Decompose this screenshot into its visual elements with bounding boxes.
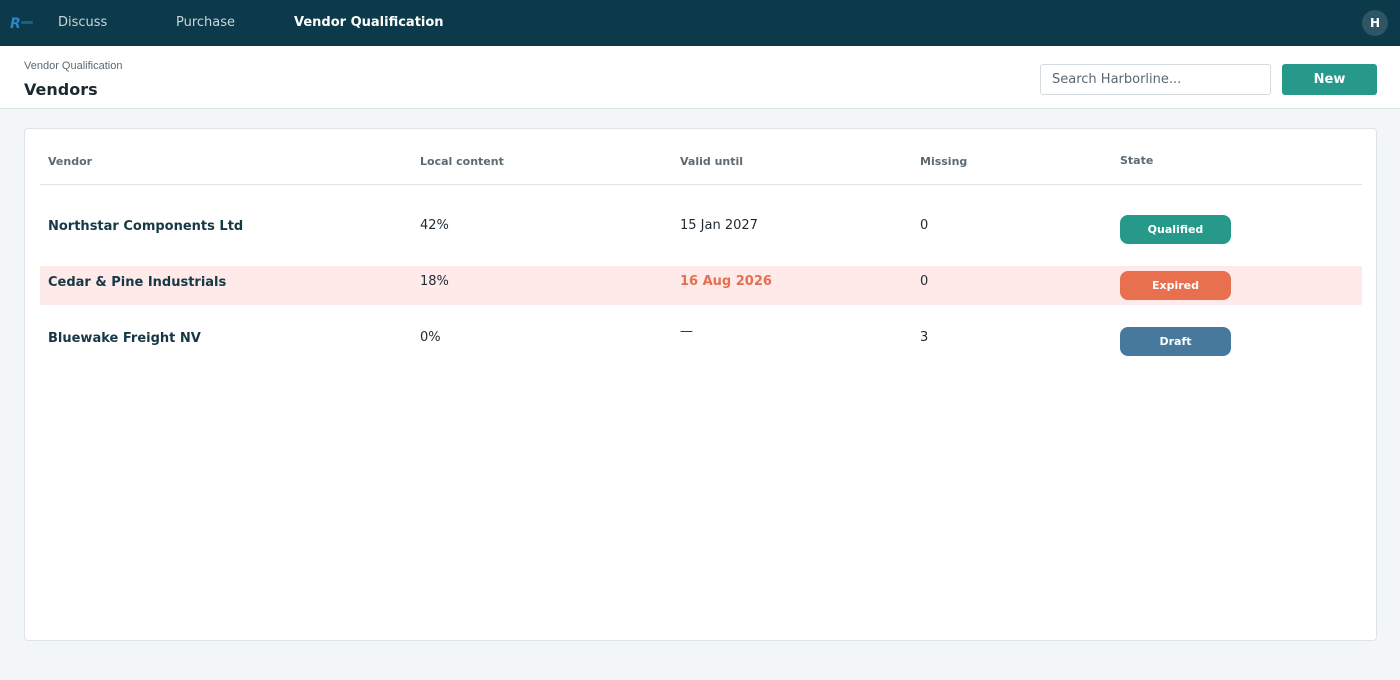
- vendor-name[interactable]: Northstar Components Ltd: [48, 219, 243, 234]
- nav-purchase[interactable]: Purchase: [176, 15, 235, 31]
- column-header-local-content[interactable]: Local content: [420, 155, 504, 168]
- status-badge-draft: Draft: [1120, 327, 1231, 356]
- vendors-list-card: Vendor Local content Valid until Missing…: [24, 128, 1377, 641]
- valid-until-value: —: [680, 324, 693, 339]
- header-divider: [40, 184, 1362, 185]
- column-header-vendor[interactable]: Vendor: [48, 155, 92, 168]
- app-logo-icon[interactable]: R: [10, 13, 36, 33]
- status-badge-qualified: Qualified: [1120, 215, 1231, 244]
- search-input[interactable]: [1040, 64, 1271, 95]
- local-content-value: 42%: [420, 218, 449, 233]
- valid-until-value: 15 Jan 2027: [680, 218, 758, 233]
- column-header-state[interactable]: State: [1120, 154, 1153, 167]
- status-badge-expired: Expired: [1120, 271, 1231, 300]
- column-header-missing[interactable]: Missing: [920, 155, 967, 168]
- table-row[interactable]: Bluewake Freight NV 0% — 3 Draft: [40, 322, 1362, 361]
- new-button[interactable]: New: [1282, 64, 1377, 95]
- local-content-value: 18%: [420, 274, 449, 289]
- breadcrumb[interactable]: Vendor Qualification: [24, 60, 122, 72]
- user-avatar[interactable]: H: [1362, 10, 1388, 36]
- valid-until-value: 16 Aug 2026: [680, 274, 772, 289]
- page-title: Vendors: [24, 80, 98, 99]
- table-row[interactable]: Cedar & Pine Industrials 18% 16 Aug 2026…: [40, 266, 1362, 305]
- page-header: Vendor Qualification Vendors New: [0, 46, 1400, 109]
- top-nav: R Discuss Purchase Vendor Qualification …: [0, 0, 1400, 46]
- local-content-value: 0%: [420, 330, 441, 345]
- nav-vendor-qualification[interactable]: Vendor Qualification: [294, 15, 444, 31]
- missing-count: 3: [920, 330, 929, 345]
- column-header-valid-until[interactable]: Valid until: [680, 155, 743, 168]
- vendor-name[interactable]: Bluewake Freight NV: [48, 331, 201, 346]
- missing-count: 0: [920, 274, 929, 289]
- missing-count: 0: [920, 218, 929, 233]
- nav-discuss[interactable]: Discuss: [58, 15, 107, 31]
- table-row[interactable]: Northstar Components Ltd 42% 15 Jan 2027…: [40, 210, 1362, 249]
- svg-text:R: R: [10, 16, 21, 32]
- vendor-name[interactable]: Cedar & Pine Industrials: [48, 275, 226, 290]
